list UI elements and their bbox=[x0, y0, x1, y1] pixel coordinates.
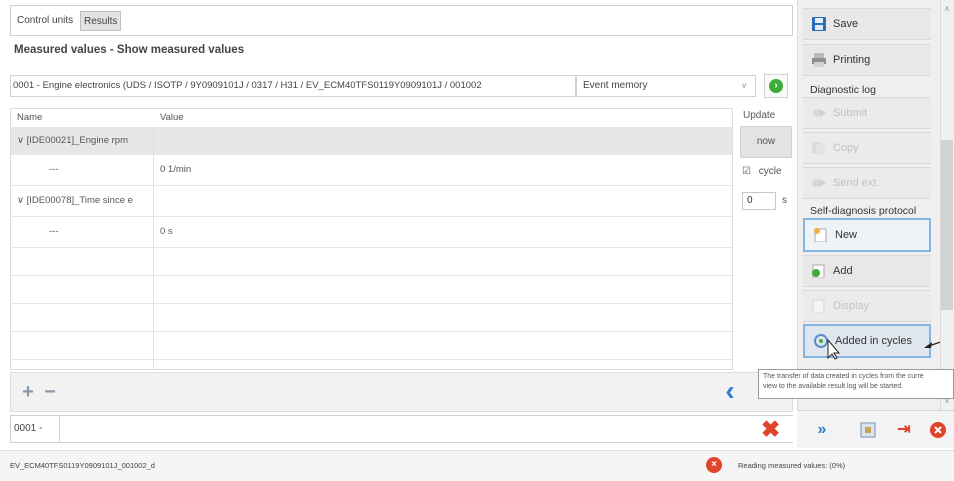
submit-button[interactable]: Submit bbox=[803, 97, 931, 129]
add-row-plus-icon[interactable]: + bbox=[17, 381, 39, 403]
page-title: Measured values - Show measured values bbox=[14, 44, 245, 56]
display-document-icon bbox=[812, 299, 825, 313]
tab-results[interactable]: Results bbox=[80, 11, 122, 31]
chevron-down-icon: ∨ bbox=[741, 81, 747, 90]
expand-chevron-icon[interactable]: ∨ bbox=[17, 195, 27, 206]
table-row[interactable]: --- 0 s bbox=[11, 217, 732, 248]
copy-button[interactable]: Copy bbox=[803, 132, 931, 164]
send-ext-button[interactable]: Send ext. bbox=[803, 167, 931, 199]
record-icon[interactable] bbox=[859, 421, 877, 439]
cycle-label: cycle bbox=[758, 166, 782, 177]
diagnostic-log-heading: Diagnostic log bbox=[810, 84, 876, 96]
submit-label: Submit bbox=[833, 107, 868, 119]
empty-row bbox=[11, 276, 732, 304]
empty-row bbox=[11, 248, 732, 276]
printing-label: Printing bbox=[833, 54, 871, 66]
save-button[interactable]: Save bbox=[803, 8, 931, 40]
scrollbar-thumb[interactable] bbox=[941, 140, 953, 310]
error-icon: × bbox=[706, 457, 722, 473]
table-toolbar: + − bbox=[10, 372, 793, 412]
table-row[interactable]: ∨ [IDE00021]_Engine rpm bbox=[11, 128, 732, 155]
memory-select[interactable]: Event memory ∨ bbox=[576, 75, 756, 97]
tab-bar: Control units Results bbox=[10, 5, 793, 36]
tooltip-line-2: view to the available result log will be… bbox=[763, 383, 904, 390]
expand-chevron-icon[interactable]: ∨ bbox=[17, 135, 27, 146]
row-name: --- bbox=[49, 164, 59, 175]
send-ext-label: Send ext. bbox=[833, 177, 880, 189]
table-row[interactable]: ∨ [IDE00078]_Time since e bbox=[11, 186, 732, 217]
copy-label: Copy bbox=[833, 142, 859, 154]
cycle-interval-input[interactable]: 0 bbox=[742, 192, 776, 210]
new-label: New bbox=[835, 229, 858, 241]
empty-row bbox=[11, 332, 732, 360]
add-document-icon bbox=[812, 264, 825, 278]
new-protocol-button[interactable]: New bbox=[803, 218, 931, 252]
update-label: Update bbox=[743, 110, 776, 121]
send-icon bbox=[812, 179, 826, 187]
interval-unit: s bbox=[782, 195, 787, 206]
scroll-up-icon[interactable]: ∧ bbox=[944, 4, 950, 13]
status-file-name: EV_ECM40TFS0119Y0909101J_001002_d bbox=[10, 461, 155, 470]
add-label: Add bbox=[833, 265, 853, 277]
row-name: [IDE00078]_Time since e bbox=[26, 195, 133, 206]
go-button[interactable]: › bbox=[764, 74, 788, 98]
checkbox-icon: ☑ bbox=[742, 166, 751, 177]
row-value: 0 1/min bbox=[160, 164, 192, 175]
remove-row-minus-icon[interactable]: − bbox=[39, 381, 61, 403]
fast-forward-icon[interactable]: » bbox=[813, 421, 831, 439]
tab-mw[interactable]: 0001 - MW bbox=[10, 415, 60, 460]
measured-values-table: Name Value ∨ [IDE00021]_Engine rpm --- 0… bbox=[10, 108, 733, 370]
cancel-x-icon[interactable]: ✖ bbox=[761, 416, 780, 443]
arrow-right-icon: › bbox=[769, 79, 783, 93]
mouse-cursor-icon bbox=[827, 338, 953, 360]
submit-icon bbox=[813, 109, 826, 117]
floppy-disk-icon bbox=[812, 17, 826, 31]
printer-icon bbox=[812, 53, 826, 67]
row-value: 0 s bbox=[160, 226, 173, 237]
cycle-checkbox[interactable]: ☑ cycle bbox=[742, 166, 782, 177]
empty-row bbox=[11, 360, 732, 369]
row-name: [IDE00021]_Engine rpm bbox=[26, 135, 128, 146]
add-protocol-button[interactable]: Add bbox=[803, 255, 931, 287]
exit-icon[interactable]: ⇥ bbox=[895, 421, 913, 439]
tooltip: The transfer of data created in cycles f… bbox=[758, 369, 954, 399]
control-unit-field[interactable]: 0001 - Engine electronics (UDS / ISOTP /… bbox=[10, 75, 576, 97]
tooltip-line-1: The transfer of data created in cycles f… bbox=[763, 373, 924, 380]
table-row[interactable]: --- 0 1/min bbox=[11, 155, 732, 186]
new-document-icon bbox=[814, 228, 827, 242]
memory-select-value: Event memory bbox=[583, 80, 648, 91]
table-header: Name Value bbox=[11, 109, 732, 128]
back-arrow-icon[interactable]: ‹ bbox=[719, 377, 741, 406]
empty-row bbox=[11, 304, 732, 332]
update-now-button[interactable]: now bbox=[740, 126, 792, 158]
close-icon[interactable] bbox=[929, 421, 947, 439]
tab-control-units[interactable]: Control units bbox=[14, 11, 76, 31]
printing-button[interactable]: Printing bbox=[803, 44, 931, 76]
copy-icon bbox=[812, 142, 825, 155]
save-label: Save bbox=[833, 18, 859, 30]
display-protocol-button[interactable]: Display bbox=[803, 290, 931, 322]
bottom-right-toolbar: » ⇥ bbox=[797, 410, 954, 448]
tab-strip bbox=[60, 415, 793, 443]
row-name: --- bbox=[49, 226, 59, 237]
status-progress-text: Reading measured values: (0%) bbox=[738, 461, 846, 470]
column-header-name: Name bbox=[17, 112, 43, 123]
self-diagnosis-heading: Self-diagnosis protocol bbox=[810, 205, 917, 217]
column-header-value: Value bbox=[160, 112, 184, 123]
display-label: Display bbox=[833, 300, 870, 312]
